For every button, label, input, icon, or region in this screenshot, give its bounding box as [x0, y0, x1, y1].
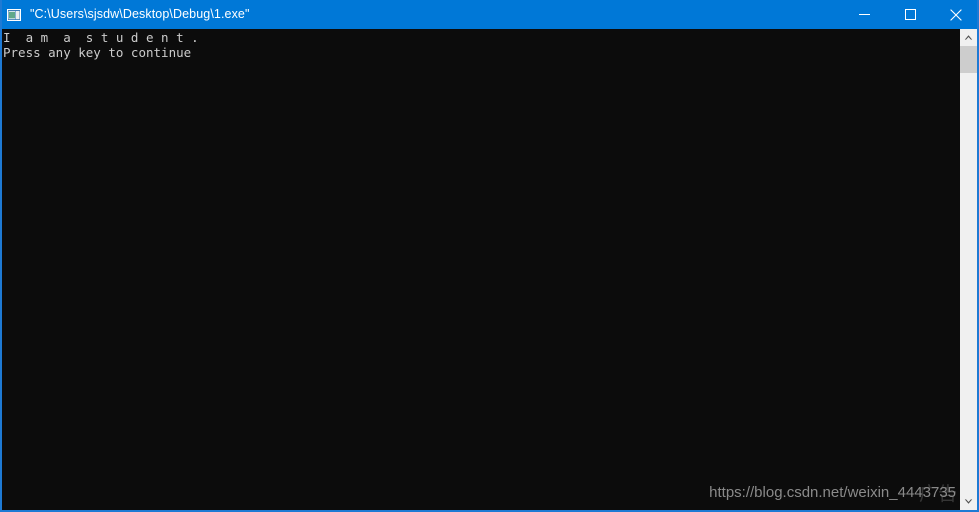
- scrollbar-thumb[interactable]: [960, 46, 977, 73]
- console-line: Press any key to continue: [3, 45, 192, 60]
- vertical-scrollbar[interactable]: [960, 29, 977, 510]
- close-button[interactable]: [933, 0, 977, 29]
- console-window: "C:\Users\sjsdw\Desktop\Debug\1.exe" I a…: [0, 0, 979, 512]
- maximize-button[interactable]: [887, 0, 933, 29]
- scroll-up-arrow-icon[interactable]: [960, 29, 977, 46]
- window-title: "C:\Users\sjsdw\Desktop\Debug\1.exe": [30, 7, 250, 21]
- title-bar[interactable]: "C:\Users\sjsdw\Desktop\Debug\1.exe": [2, 0, 977, 29]
- minimize-button[interactable]: [841, 0, 887, 29]
- console-line: I a m a s t u d e n t .: [3, 30, 199, 45]
- console-output-area[interactable]: I a m a s t u d e n t . Press any key to…: [2, 29, 958, 510]
- console-app-icon: [6, 7, 22, 23]
- scroll-down-arrow-icon[interactable]: [960, 493, 977, 510]
